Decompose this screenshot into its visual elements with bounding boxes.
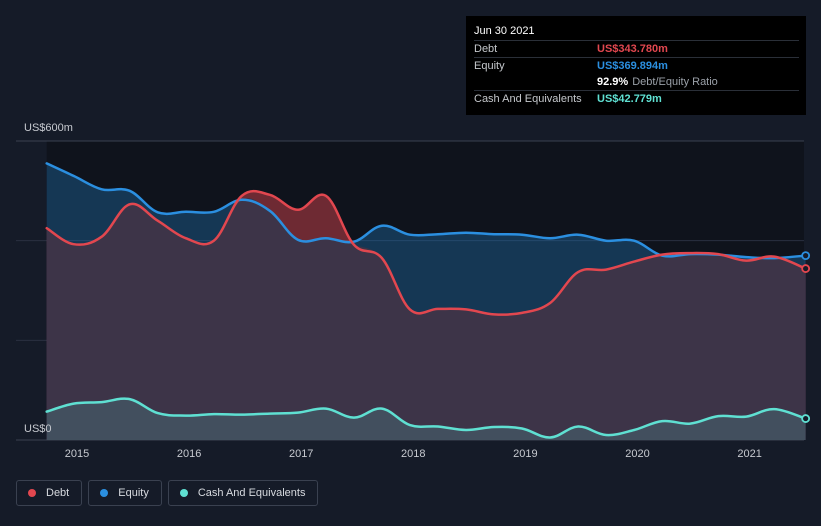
tooltip-ratio-label: Debt/Equity Ratio [632,76,718,88]
debt-end-marker [801,264,811,273]
x-tick-label: 2019 [513,448,537,460]
legend-item-equity[interactable]: Equity [88,480,162,506]
chart-legend: Debt Equity Cash And Equivalents [16,480,319,506]
tooltip-equity-label: Equity [474,60,505,72]
tooltip-equity-value: US$369.894m [597,60,668,72]
tooltip-cash-row: Cash And Equivalents US$42.779m [474,90,799,107]
tooltip-cash-label: Cash And Equivalents [474,93,582,105]
tooltip-date: Jun 30 2021 [474,25,535,37]
legend-item-debt[interactable]: Debt [16,480,83,506]
tooltip-ratio-value: 92.9% [597,76,629,88]
tooltip-equity-row: Equity US$369.894m [474,57,799,74]
data-tooltip: Jun 30 2021 Debt US$343.780m Equity US$3… [466,16,806,115]
y-axis-top-label: US$600m [24,122,73,134]
tooltip-debt-value: US$343.780m [597,43,668,55]
x-tick-label: 2015 [65,448,89,460]
x-tick-label: 2020 [625,448,649,460]
equity-dot-icon [100,489,109,497]
x-tick-label: 2021 [737,448,761,460]
tooltip-cash-value: US$42.779m [597,93,662,105]
cash-end-marker [801,414,811,423]
legend-equity-label: Equity [118,487,149,499]
tooltip-debt-label: Debt [474,43,498,55]
legend-item-cash[interactable]: Cash And Equivalents [167,480,319,506]
legend-debt-label: Debt [46,487,70,499]
tooltip-ratio-row: 92.9% Debt/Equity Ratio [474,74,799,90]
x-tick-label: 2018 [401,448,425,460]
x-tick-label: 2016 [177,448,201,460]
tooltip-debt-row: Debt US$343.780m [474,40,799,57]
debt-dot-icon [28,489,36,497]
y-axis-bottom-label: US$0 [24,423,52,435]
x-tick-label: 2017 [289,448,313,460]
legend-cash-label: Cash And Equivalents [197,487,306,499]
cash-dot-icon [179,489,188,497]
equity-end-marker [801,251,811,261]
